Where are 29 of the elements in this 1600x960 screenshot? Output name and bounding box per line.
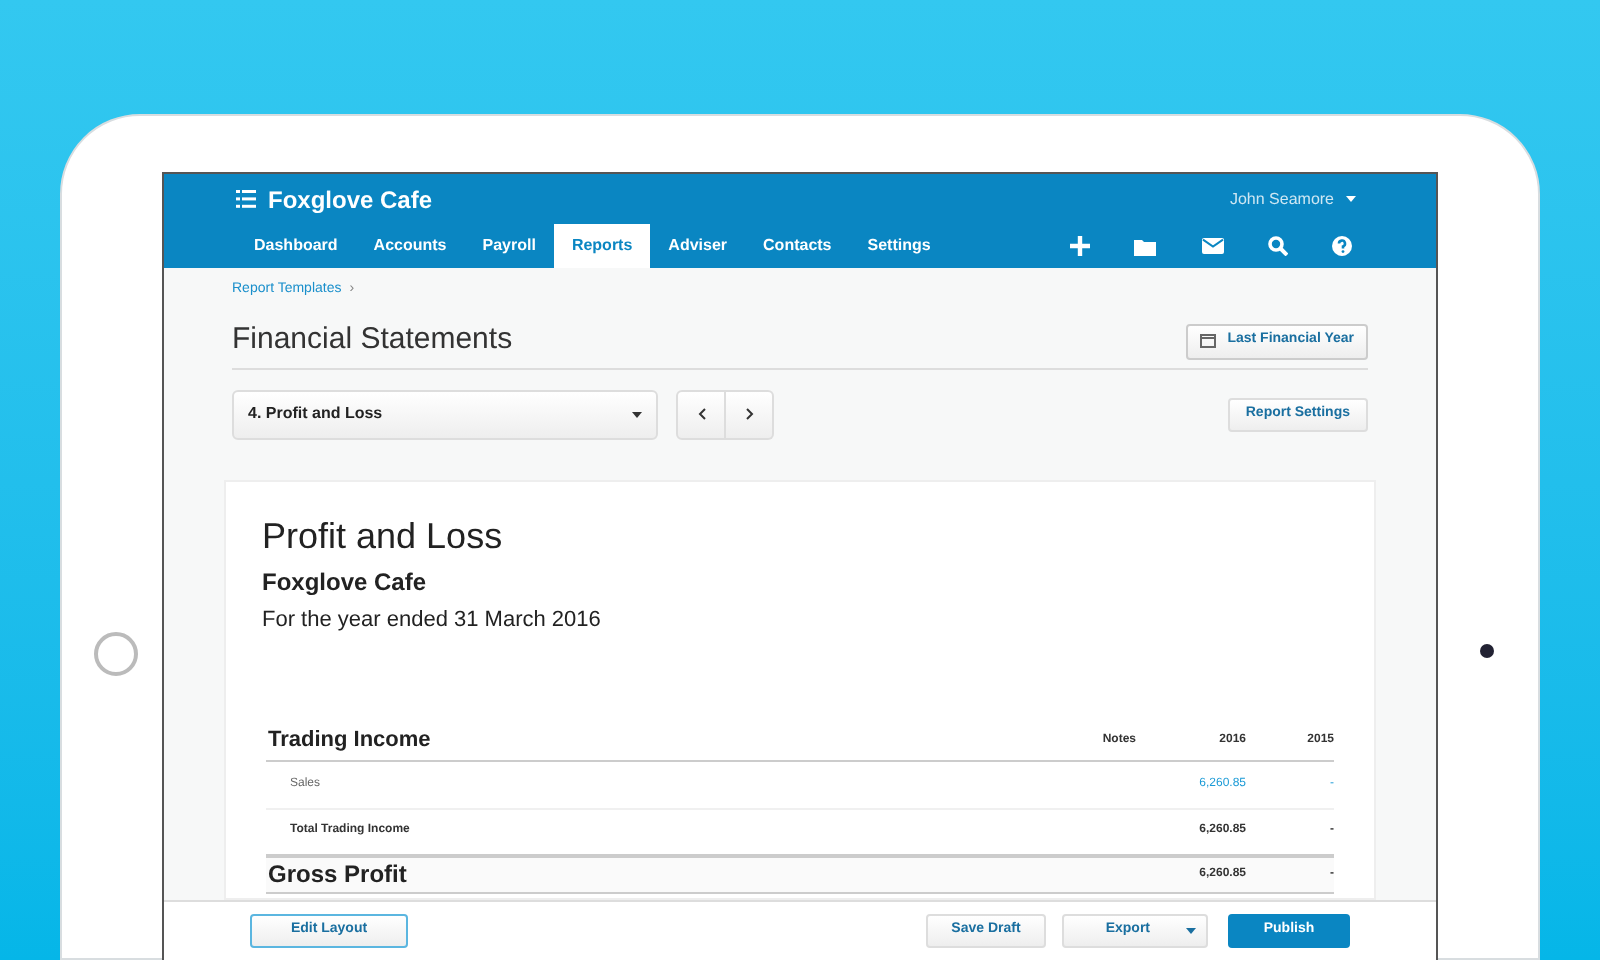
menu-icon[interactable] bbox=[236, 190, 256, 208]
nav-tab[interactable]: Accounts bbox=[355, 224, 465, 268]
report-period: For the year ended 31 March 2016 bbox=[262, 606, 603, 636]
user-name[interactable]: John Seamore bbox=[1229, 187, 1334, 211]
caret-icon bbox=[1186, 928, 1196, 934]
nav-tab[interactable]: Contacts bbox=[745, 224, 850, 268]
calendar-icon bbox=[1199, 334, 1216, 348]
section-heading: Trading Income bbox=[266, 725, 433, 756]
chevron-left-icon bbox=[697, 408, 705, 420]
nav-tab[interactable]: Adviser bbox=[650, 224, 746, 268]
report-title: Profit and Loss bbox=[262, 514, 505, 558]
company-name: Foxglove Cafe bbox=[262, 566, 429, 600]
organisation-name[interactable]: Foxglove Cafe bbox=[268, 181, 433, 217]
caret-icon[interactable] bbox=[1346, 196, 1356, 202]
nav-tab[interactable]: Reports bbox=[553, 224, 651, 268]
chevron-right-icon bbox=[745, 408, 753, 420]
folder-icon[interactable] bbox=[1134, 237, 1158, 255]
help-icon[interactable] bbox=[1332, 236, 1352, 256]
caret-icon bbox=[632, 411, 642, 417]
camera-icon bbox=[1480, 644, 1494, 658]
section-total: Gross Profit bbox=[266, 858, 409, 892]
add-icon[interactable] bbox=[1070, 236, 1090, 256]
search-icon[interactable] bbox=[1268, 236, 1288, 256]
nav-tab[interactable]: Payroll bbox=[464, 224, 554, 268]
nav-tab[interactable]: Dashboard bbox=[236, 224, 356, 268]
page-title: Financial Statements bbox=[232, 320, 513, 361]
mail-icon[interactable] bbox=[1202, 238, 1224, 254]
report-dropdown[interactable]: 4. Profit and Loss bbox=[232, 389, 658, 439]
nav-tab[interactable]: Settings bbox=[849, 224, 949, 268]
